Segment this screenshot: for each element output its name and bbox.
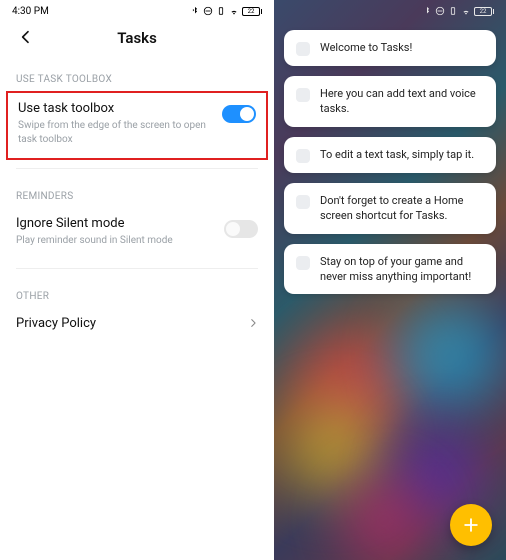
privacy-policy-row[interactable]: Privacy Policy	[0, 308, 274, 344]
battery-indicator: 22	[242, 7, 262, 16]
status-time: 4:30 PM	[12, 6, 49, 17]
divider	[16, 168, 258, 169]
wifi-icon	[229, 6, 239, 16]
ignore-silent-mode-sub: Play reminder sound in Silent mode	[16, 234, 173, 248]
task-card[interactable]: Don't forget to create a Home screen sho…	[284, 183, 496, 234]
chevron-right-icon	[248, 316, 258, 332]
task-checkbox[interactable]	[296, 256, 310, 270]
section-label-toolbox: USE TASK TOOLBOX	[0, 60, 274, 91]
task-card[interactable]: Welcome to Tasks!	[284, 30, 496, 66]
use-task-toolbox-sub: Swipe from the edge of the screen to ope…	[18, 119, 212, 146]
task-text: Here you can add text and voice tasks.	[320, 86, 484, 117]
header-bar: Tasks	[0, 20, 274, 60]
task-checkbox[interactable]	[296, 42, 310, 56]
tasks-overlay-pane: 22 Welcome to Tasks! Here you can add te…	[274, 0, 506, 560]
task-text: To edit a text task, simply tap it.	[320, 147, 474, 162]
page-title: Tasks	[117, 29, 157, 47]
vibrate-icon	[448, 6, 458, 16]
task-card[interactable]: To edit a text task, simply tap it.	[284, 137, 496, 173]
task-text: Welcome to Tasks!	[320, 40, 412, 55]
task-card[interactable]: Stay on top of your game and never miss …	[284, 244, 496, 295]
add-task-fab[interactable]	[450, 504, 492, 546]
status-bar-left: 4:30 PM 22	[0, 0, 274, 20]
dnd-icon	[203, 6, 213, 16]
chevron-left-icon	[18, 29, 34, 45]
bluetooth-icon	[190, 6, 200, 16]
task-checkbox[interactable]	[296, 195, 310, 209]
task-checkbox[interactable]	[296, 149, 310, 163]
ignore-silent-mode-title: Ignore Silent mode	[16, 216, 173, 231]
task-text: Don't forget to create a Home screen sho…	[320, 193, 484, 224]
task-text: Stay on top of your game and never miss …	[320, 254, 484, 285]
vibrate-icon	[216, 6, 226, 16]
section-label-other: OTHER	[0, 277, 274, 308]
divider	[16, 268, 258, 269]
status-icons-left: 22	[190, 6, 262, 16]
back-button[interactable]	[14, 26, 38, 50]
task-checkbox[interactable]	[296, 88, 310, 102]
wifi-icon	[461, 6, 471, 16]
use-task-toolbox-toggle[interactable]	[222, 105, 256, 123]
task-card[interactable]: Here you can add text and voice tasks.	[284, 76, 496, 127]
ignore-silent-mode-row[interactable]: Ignore Silent mode Play reminder sound i…	[0, 208, 274, 260]
battery-indicator: 22	[474, 7, 494, 16]
ignore-silent-mode-toggle[interactable]	[224, 220, 258, 238]
bluetooth-icon	[422, 6, 432, 16]
status-bar-right: 22	[274, 0, 506, 20]
task-list: Welcome to Tasks! Here you can add text …	[274, 20, 506, 294]
use-task-toolbox-title: Use task toolbox	[18, 101, 212, 116]
dnd-icon	[435, 6, 445, 16]
settings-pane: 4:30 PM 22 Tasks USE TASK TOOLBOX Use ta…	[0, 0, 274, 560]
use-task-toolbox-row[interactable]: Use task toolbox Swipe from the edge of …	[6, 91, 268, 160]
status-icons-right: 22	[422, 6, 494, 16]
plus-icon	[461, 515, 481, 535]
privacy-policy-title: Privacy Policy	[16, 316, 96, 331]
section-label-reminders: REMINDERS	[0, 177, 274, 208]
